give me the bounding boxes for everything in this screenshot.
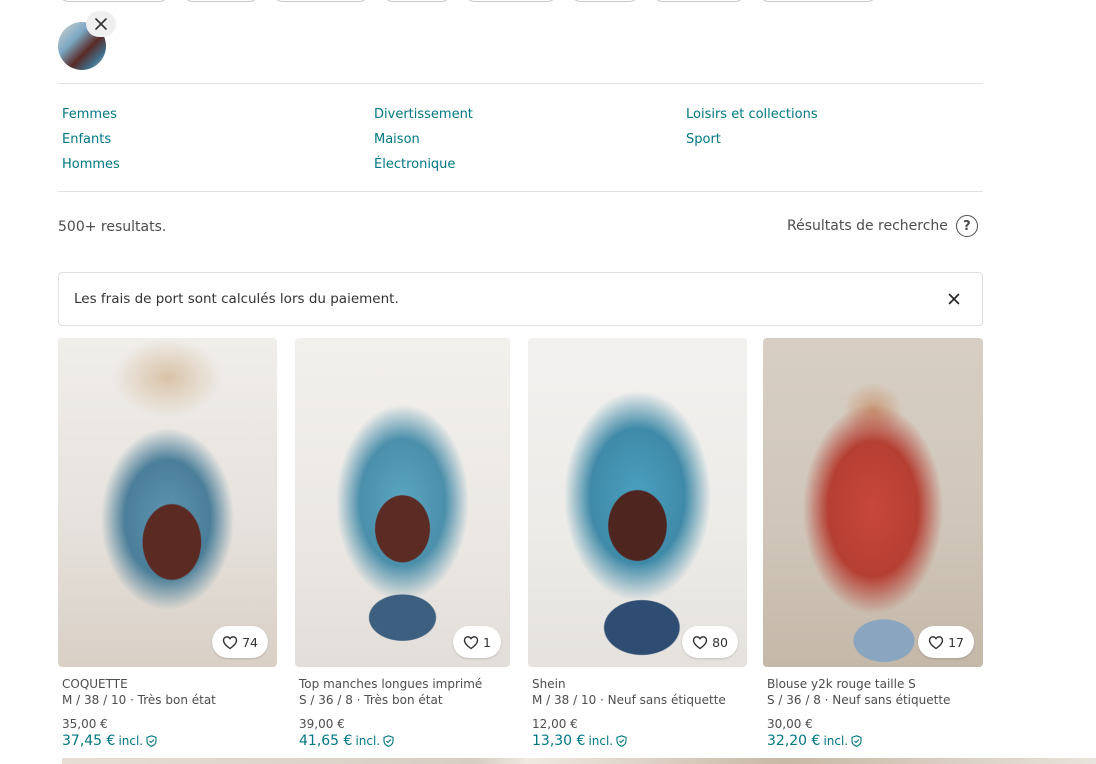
- filter-chip[interactable]: [570, 0, 640, 2]
- category-column: Femmes Enfants Hommes: [62, 102, 120, 177]
- filter-chip[interactable]: [58, 0, 170, 2]
- close-icon: [948, 293, 960, 305]
- product-card[interactable]: 80 Shein M / 38 / 10 · Neuf sans étiquet…: [528, 338, 747, 749]
- product-price: 39,00 €: [299, 717, 345, 731]
- product-card[interactable]: 1 Top manches longues imprimé S / 36 / 8…: [295, 338, 510, 749]
- incl-label: incl.: [588, 734, 614, 748]
- product-total: 37,45 € incl.: [58, 733, 277, 749]
- filter-chips-row: [58, 0, 888, 2]
- favorite-button[interactable]: 74: [212, 626, 268, 658]
- results-info-label: Résultats de recherche: [787, 218, 948, 234]
- shield-check-icon[interactable]: [383, 735, 394, 747]
- product-title: Blouse y2k rouge taille S: [767, 677, 916, 691]
- favorite-button[interactable]: 17: [918, 626, 974, 658]
- total-price: 32,20 €: [767, 733, 821, 749]
- shield-check-icon[interactable]: [851, 735, 862, 747]
- remove-image-button[interactable]: [86, 11, 116, 37]
- heart-icon: [463, 635, 479, 649]
- close-notice-button[interactable]: [946, 291, 962, 307]
- results-info: Résultats de recherche ?: [787, 215, 978, 237]
- total-price: 37,45 €: [62, 733, 116, 749]
- product-price: 30,00 €: [767, 717, 813, 731]
- filter-chip[interactable]: [652, 0, 746, 2]
- help-circle-icon[interactable]: ?: [955, 215, 978, 237]
- total-price: 13,30 €: [532, 733, 586, 749]
- product-image[interactable]: 74: [58, 338, 277, 667]
- shield-check-icon[interactable]: [146, 735, 157, 747]
- favorite-button[interactable]: 80: [682, 626, 738, 658]
- favorite-count: 80: [712, 634, 728, 650]
- favorite-count: 17: [948, 634, 964, 650]
- filter-chip[interactable]: [382, 0, 452, 2]
- close-icon: [95, 18, 107, 30]
- category-link-hommes[interactable]: Hommes: [62, 152, 120, 177]
- product-price: 12,00 €: [532, 717, 578, 731]
- product-title: Top manches longues imprimé: [299, 677, 483, 691]
- product-total: 41,65 € incl.: [295, 733, 510, 749]
- next-row-images: [62, 758, 1096, 764]
- favorite-count: 74: [242, 634, 258, 650]
- incl-label: incl.: [355, 734, 381, 748]
- filter-chip[interactable]: [758, 0, 878, 2]
- divider: [58, 191, 983, 192]
- product-image[interactable]: 1: [295, 338, 510, 667]
- heart-icon: [222, 635, 238, 649]
- total-price: 41,65 €: [299, 733, 353, 749]
- product-price: 35,00 €: [62, 717, 108, 731]
- category-link-enfants[interactable]: Enfants: [62, 127, 120, 152]
- product-total: 32,20 € incl.: [763, 733, 983, 749]
- category-column: Divertissement Maison Électronique: [374, 102, 473, 177]
- shield-check-icon[interactable]: [616, 735, 627, 747]
- product-card[interactable]: 74 COQUETTE M / 38 / 10 · Très bon état …: [58, 338, 277, 749]
- incl-label: incl.: [823, 734, 849, 748]
- filter-chip[interactable]: [272, 0, 370, 2]
- product-meta: S / 36 / 8 · Neuf sans étiquette: [767, 693, 951, 707]
- favorite-button[interactable]: 1: [453, 626, 501, 658]
- shipping-notice-text: Les frais de port sont calculés lors du …: [74, 291, 399, 307]
- product-title: Shein: [532, 677, 566, 691]
- heart-icon: [692, 635, 708, 649]
- category-column: Loisirs et collections Sport: [686, 102, 818, 152]
- heart-icon: [928, 635, 944, 649]
- filter-chip[interactable]: [464, 0, 558, 2]
- product-meta: M / 38 / 10 · Très bon état: [62, 693, 216, 707]
- product-meta: M / 38 / 10 · Neuf sans étiquette: [532, 693, 726, 707]
- filter-chip[interactable]: [182, 0, 260, 2]
- category-link-maison[interactable]: Maison: [374, 127, 473, 152]
- favorite-count: 1: [483, 634, 491, 650]
- shipping-notice: Les frais de port sont calculés lors du …: [58, 272, 983, 326]
- product-meta: S / 36 / 8 · Très bon état: [299, 693, 443, 707]
- product-total: 13,30 € incl.: [528, 733, 747, 749]
- category-link-electronique[interactable]: Électronique: [374, 152, 473, 177]
- product-image[interactable]: 17: [763, 338, 983, 667]
- product-image[interactable]: 80: [528, 338, 747, 667]
- product-card[interactable]: 17 Blouse y2k rouge taille S S / 36 / 8 …: [763, 338, 983, 749]
- category-link-femmes[interactable]: Femmes: [62, 102, 120, 127]
- divider: [58, 83, 983, 84]
- results-count: 500+ resultats.: [58, 219, 167, 235]
- category-link-loisirs[interactable]: Loisirs et collections: [686, 102, 818, 127]
- product-title: COQUETTE: [62, 677, 128, 691]
- incl-label: incl.: [118, 734, 144, 748]
- category-link-divertissement[interactable]: Divertissement: [374, 102, 473, 127]
- category-link-sport[interactable]: Sport: [686, 127, 818, 152]
